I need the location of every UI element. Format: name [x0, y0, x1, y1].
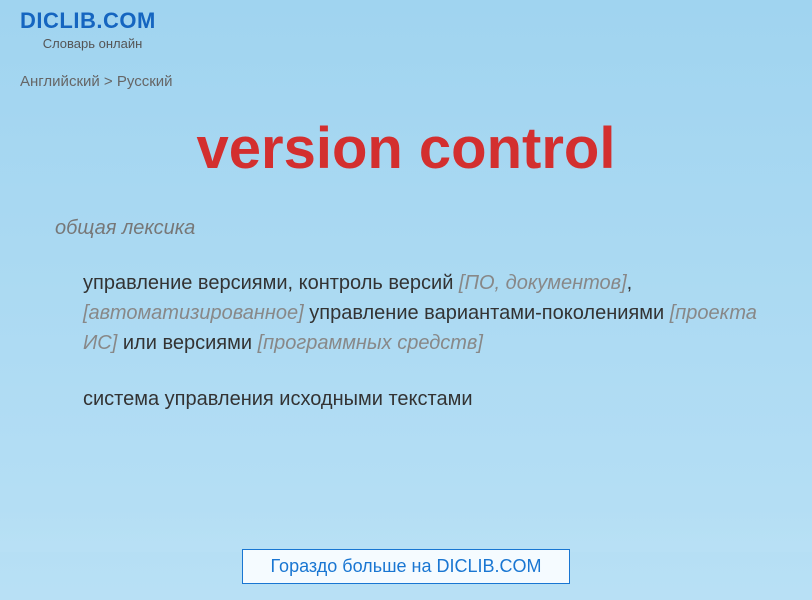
def-text: управление версиями, контроль версий — [83, 272, 459, 294]
fade-overlay — [0, 510, 812, 552]
site-title[interactable]: DICLIB.COM — [20, 8, 792, 34]
footer: Гораздо больше на DICLIB.COM — [0, 549, 812, 584]
category-label: общая лексика — [55, 217, 757, 240]
definition-primary: управление версиями, контроль версий [ПО… — [55, 268, 757, 358]
def-qualifier: [автоматизированное] — [83, 302, 304, 324]
breadcrumb: Английский > Русский — [0, 55, 812, 90]
breadcrumb-to[interactable]: Русский — [117, 73, 173, 90]
breadcrumb-from[interactable]: Английский — [20, 73, 100, 90]
def-text: или версиями — [117, 332, 257, 354]
def-qualifier: [ПО, документов] — [459, 272, 627, 294]
definition-secondary: система управления исходными текстами — [55, 384, 757, 414]
site-subtitle: Словарь онлайн — [20, 36, 165, 51]
def-text: , — [627, 272, 633, 294]
header: DICLIB.COM Словарь онлайн — [0, 0, 812, 55]
content: общая лексика управление версиями, контр… — [0, 217, 812, 414]
more-link[interactable]: Гораздо больше на DICLIB.COM — [242, 549, 571, 584]
def-text: управление вариантами-поколениями — [304, 302, 670, 324]
def-qualifier: [программных средств] — [258, 332, 483, 354]
breadcrumb-separator: > — [100, 73, 117, 90]
page-title: version control — [0, 90, 812, 217]
